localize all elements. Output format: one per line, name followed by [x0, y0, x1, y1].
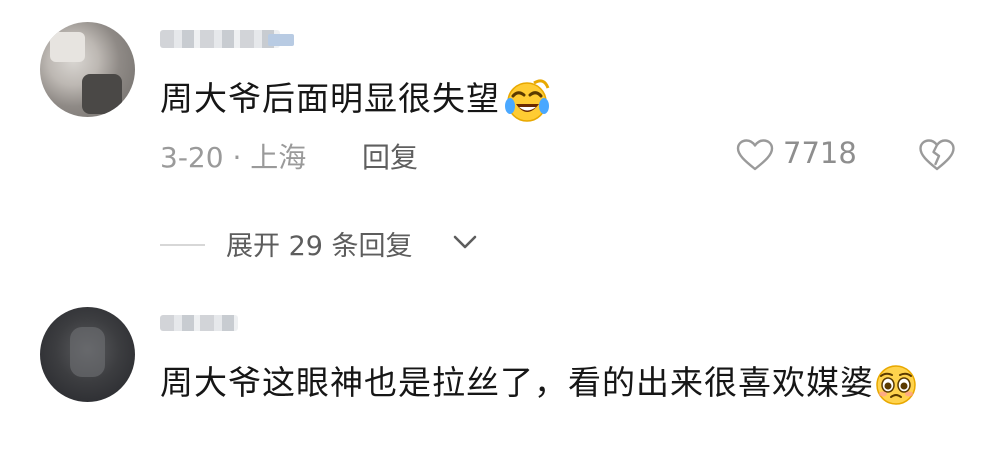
username-blurred[interactable] — [160, 30, 280, 48]
user-badge-icon — [268, 34, 294, 46]
avatar[interactable] — [40, 307, 135, 402]
heart-outline-icon — [736, 139, 774, 171]
comment-text-content: 周大爷这眼神也是拉丝了，看的出来很喜欢媒婆 — [160, 363, 874, 402]
comment-date-location: 3-20 · 上海 — [160, 141, 307, 174]
expand-replies-button[interactable]: 展开 29 条回复 — [226, 224, 413, 263]
like-count: 7718 — [783, 136, 857, 170]
chevron-down-icon[interactable] — [452, 234, 478, 250]
comment-text-content: 周大爷后面明显很失望 — [160, 79, 500, 118]
username-blurred[interactable] — [160, 315, 238, 331]
comment-text: 周大爷这眼神也是拉丝了，看的出来很喜欢媒婆 — [160, 360, 960, 407]
pleading-face-emoji-icon — [874, 363, 918, 407]
comment-text: 周大爷后面明显很失望 — [160, 76, 550, 124]
broken-heart-icon[interactable] — [918, 138, 956, 172]
reply-button[interactable]: 回复 — [362, 136, 418, 176]
expand-divider — [160, 244, 205, 246]
avatar[interactable] — [40, 22, 135, 117]
rolling-laugh-emoji-icon — [504, 78, 550, 124]
